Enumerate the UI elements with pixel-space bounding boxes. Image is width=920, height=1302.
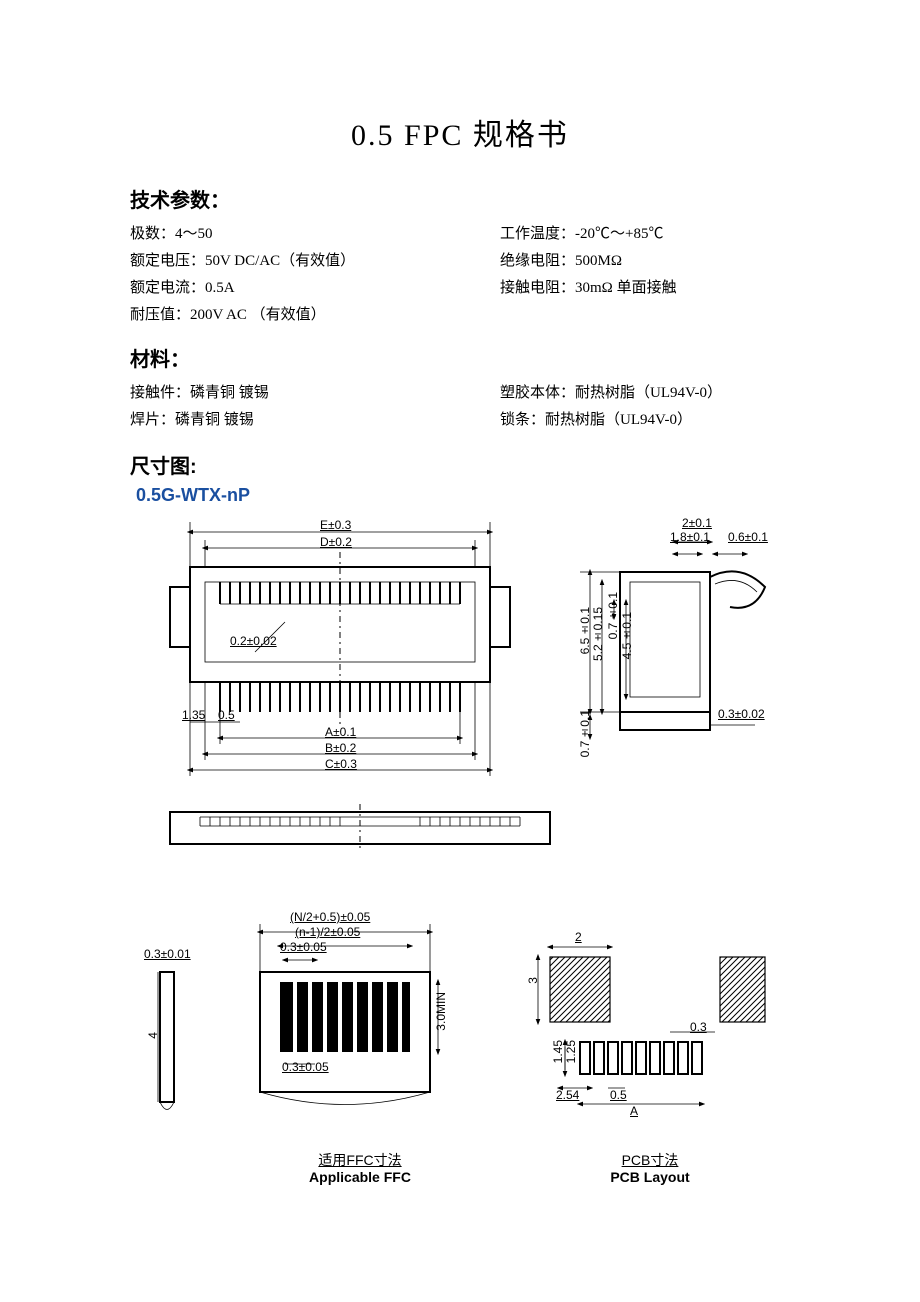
tech-row: 绝缘电阻：500MΩ: [500, 248, 790, 275]
pcb-2: 2: [575, 930, 582, 944]
ffc-side1: 0.3±0.01: [144, 947, 191, 961]
ffc-dim2: (n-1)/2±0.05: [295, 925, 360, 939]
dim-1.8: 1.8±0.1: [670, 530, 710, 544]
pcb-caption: PCB寸法 PCB Layout: [570, 1152, 730, 1186]
material-row: 焊片：磷青铜 镀锡: [130, 407, 500, 434]
material-params: 接触件：磷青铜 镀锡 焊片：磷青铜 镀锡 塑胶本体：耐热树脂（UL94V-0） …: [130, 380, 790, 434]
material-row: 锁条：耐热树脂（UL94V-0）: [500, 407, 790, 434]
tech-row: 极数：4～50: [130, 221, 500, 248]
ffc-side2: 4: [146, 1032, 160, 1039]
tech-params: 极数：4～50 额定电压：50V DC/AC（有效值） 额定电流：0.5A 耐压…: [130, 221, 790, 329]
tech-heading: 技术参数：: [130, 184, 790, 213]
ffc-h: 3.0MIN: [434, 992, 448, 1031]
tech-row: 耐压值：200V AC （有效值）: [130, 302, 500, 329]
tech-row: 额定电压：50V DC/AC（有效值）: [130, 248, 500, 275]
dim-0.7b: 0.7±0.1: [578, 710, 592, 757]
page-title: 0.5 FPC 规格书: [130, 110, 790, 154]
dim-B: B±0.2: [325, 741, 356, 755]
material-row: 塑胶本体：耐热树脂（UL94V-0）: [500, 380, 790, 407]
dim-5.2: 5.2±0.15: [591, 607, 605, 661]
ffc-dim4: 0.3±0.05: [282, 1060, 329, 1074]
pcb-1.45: 1.45: [551, 1040, 565, 1063]
ffc-dim3: 0.3±0.05: [280, 940, 327, 954]
dim-0.2: 0.2±0.02: [230, 634, 277, 648]
dim-0.7: 0.7±0.1: [606, 592, 620, 639]
dim-0.5: 0.5: [218, 708, 235, 722]
dim-heading: 尺寸图:: [130, 450, 790, 479]
pcb-0.5: 0.5: [610, 1088, 627, 1102]
pcb-2.54: 2.54: [556, 1088, 579, 1102]
material-row: 接触件：磷青铜 镀锡: [130, 380, 500, 407]
dim-1.35: 1.35: [182, 708, 205, 722]
pcb-0.3: 0.3: [690, 1020, 707, 1034]
dim-2: 2±0.1: [682, 516, 712, 530]
drawing-svg: [130, 512, 790, 1232]
pcb-A: A: [630, 1104, 638, 1118]
pcb-3: 3: [526, 977, 540, 984]
dim-0.6: 0.6±0.1: [728, 530, 768, 544]
ffc-caption: 适用FFC寸法 Applicable FFC: [280, 1152, 440, 1186]
dim-C: C±0.3: [325, 757, 357, 771]
ffc-dim1: (N/2+0.5)±0.05: [290, 910, 370, 924]
tech-row: 工作温度：-20℃～+85℃: [500, 221, 790, 248]
pcb-1.25: 1.25: [564, 1040, 578, 1063]
dim-A: A±0.1: [325, 725, 356, 739]
page: 0.5 FPC 规格书 技术参数： 极数：4～50 额定电压：50V DC/AC…: [0, 0, 920, 1302]
dim-4.5: 4.5±0.1: [620, 612, 634, 659]
tech-row: 接触电阻：30mΩ 单面接触: [500, 275, 790, 302]
part-number: 0.5G-WTX-nP: [136, 485, 790, 506]
dim-E: E±0.3: [320, 518, 351, 532]
tech-row: 额定电流：0.5A: [130, 275, 500, 302]
dim-0.3: 0.3±0.02: [718, 707, 765, 721]
technical-drawing: E±0.3 D±0.2 0.2±0.02 1.35 0.5 A±0.1 B±0.…: [130, 512, 790, 1232]
material-heading: 材料：: [130, 343, 790, 372]
dim-D: D±0.2: [320, 535, 352, 549]
dim-6.5: 6.5±0.1: [578, 607, 592, 654]
